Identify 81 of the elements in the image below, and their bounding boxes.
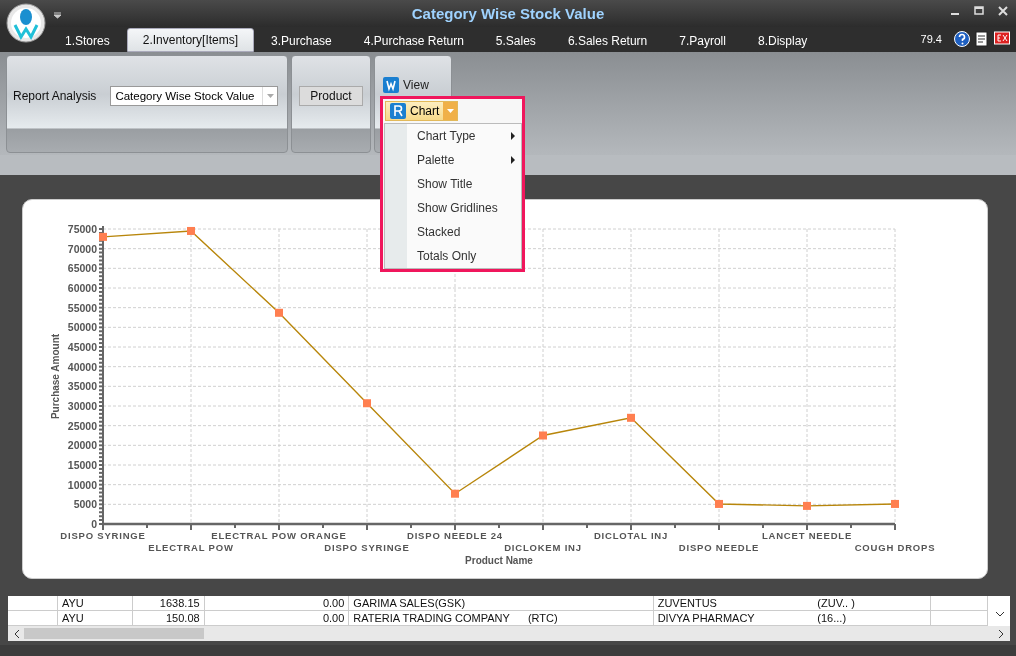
x-tick-label: DISPO SYRINGE <box>60 530 146 541</box>
submenu-arrow-icon <box>511 132 515 140</box>
x-tick-label: COUGH DROPS <box>854 542 936 553</box>
w-logo-icon <box>383 77 399 93</box>
table-cell: 0.00 <box>204 596 350 611</box>
close-icon[interactable] <box>998 6 1008 16</box>
menu-item[interactable]: Chart Type <box>385 124 521 148</box>
table-cell: (ZUV.. ) <box>813 596 932 611</box>
tab[interactable]: 6.Sales Return <box>552 30 663 52</box>
x-axis-title: Product Name <box>465 555 533 566</box>
data-point <box>275 308 283 317</box>
y-tick-label: 55000 <box>67 301 97 314</box>
y-tick-label: 15000 <box>67 459 97 471</box>
caret-icon <box>446 109 454 113</box>
data-point <box>363 399 371 408</box>
y-tick-label: 50000 <box>67 321 97 334</box>
y-tick-label: 20000 <box>67 439 97 452</box>
maximize-icon[interactable] <box>974 6 984 16</box>
table-cell: GARIMA SALES(GSK) <box>349 596 654 611</box>
view-button[interactable]: View <box>381 76 445 94</box>
y-tick-label: 10000 <box>67 478 97 491</box>
report-label: Report Analysis <box>13 88 97 103</box>
scroll-down-icon[interactable] <box>996 612 1004 617</box>
x-tick-label: DICLOKEM INJ <box>504 542 582 553</box>
data-point <box>715 499 723 508</box>
product-button[interactable]: Product <box>299 85 363 106</box>
tab[interactable]: 8.Display <box>742 30 823 52</box>
tab[interactable]: 7.Payroll <box>664 30 741 52</box>
y-tick-label: 45000 <box>67 341 97 353</box>
x-tick-label: DISPO NEEDLE 24 <box>407 530 503 541</box>
menu-item[interactable]: Show Gridlines <box>385 196 521 220</box>
scroll-thumb[interactable] <box>24 628 204 639</box>
menu-item[interactable]: Stacked <box>385 220 521 244</box>
data-point <box>539 431 547 440</box>
scroll-right-icon[interactable] <box>999 629 1004 638</box>
data-point <box>451 489 459 498</box>
y-tick-label: 0 <box>91 518 97 530</box>
table-cell <box>931 596 988 611</box>
tab[interactable]: 3.Purchase <box>256 30 347 52</box>
y-tick-label: 60000 <box>67 282 97 294</box>
y-tick-label: 70000 <box>67 242 97 255</box>
help-icon[interactable] <box>954 31 970 47</box>
y-tick-label: 40000 <box>67 360 97 373</box>
table-cell: AYU <box>57 596 133 611</box>
menu-item[interactable]: Show Title <box>385 172 521 196</box>
tab[interactable]: 2.Inventory[Items] <box>126 28 255 52</box>
y-tick-label: 25000 <box>67 419 97 432</box>
y-tick-label: 35000 <box>67 380 97 393</box>
y-tick-label: 5000 <box>73 498 97 511</box>
x-tick-label: ELECTRAL POW <box>148 542 234 553</box>
y-tick-label: 30000 <box>67 400 97 412</box>
menu-item[interactable]: Totals Only <box>385 244 521 268</box>
x-tick-label: DICLOTAL INJ <box>593 530 669 541</box>
document-icon[interactable] <box>975 31 989 47</box>
data-point <box>627 413 635 422</box>
r-logo-icon <box>390 103 406 119</box>
data-point <box>99 232 107 241</box>
report-dropdown[interactable]: Category Wise Stock Value <box>110 85 279 106</box>
x-tick-label: DISPO SYRINGE <box>324 542 410 553</box>
table-cell: 1638.15 <box>132 596 205 611</box>
table-cell: ZUVENTUS <box>653 596 814 611</box>
y-tick-label: 65000 <box>67 262 97 275</box>
version-label: 79.4 <box>920 33 942 45</box>
data-point <box>891 499 899 508</box>
window-title: Category Wise Stock Value <box>410 5 606 22</box>
tab[interactable]: 5.Sales <box>480 30 551 52</box>
y-tick-label: 75000 <box>67 223 97 235</box>
x-tick-label: ELECTRAL POW ORANGE <box>211 530 347 541</box>
tab[interactable]: 1.Stores <box>50 30 125 52</box>
scroll-left-icon[interactable] <box>14 629 19 638</box>
tab[interactable]: 4.Purchase Return <box>348 30 479 52</box>
caret-icon <box>266 93 274 98</box>
table-cell <box>8 596 58 611</box>
menu-item[interactable]: Palette <box>385 148 521 172</box>
data-point <box>803 501 811 510</box>
x-tick-label: DISPO NEEDLE <box>678 542 760 553</box>
submenu-arrow-icon <box>511 156 515 164</box>
data-point <box>187 226 195 235</box>
exit-icon[interactable] <box>994 31 1010 45</box>
x-tick-label: LANCET NEEDLE <box>761 530 853 541</box>
y-axis-title: Purchase Amount <box>50 333 61 420</box>
